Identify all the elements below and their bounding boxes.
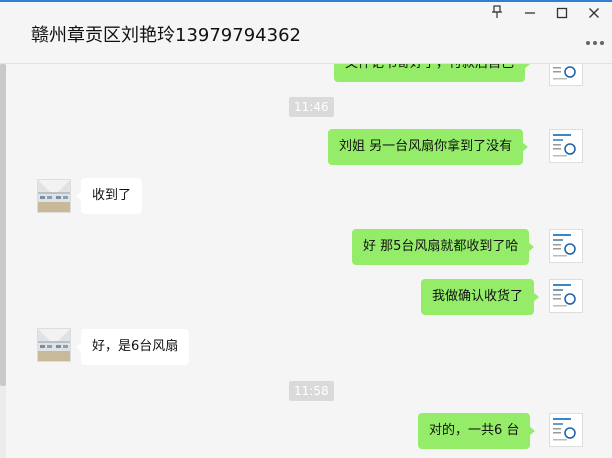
pin-icon[interactable] bbox=[486, 5, 508, 25]
timestamp: 11:46 bbox=[289, 97, 334, 117]
timestamp: 11:58 bbox=[289, 381, 334, 401]
contact-avatar[interactable] bbox=[37, 179, 71, 213]
title-bar: 赣州章贡区刘艳玲13979794362 bbox=[0, 2, 612, 64]
more-icon[interactable] bbox=[584, 35, 606, 51]
chat-title: 赣州章贡区刘艳玲13979794362 bbox=[31, 25, 301, 46]
message-bubble-sent[interactable]: 对的，一共6 台 bbox=[418, 413, 536, 449]
message-bubble-sent[interactable]: 我做确认收货了 bbox=[421, 279, 540, 315]
my-avatar[interactable] bbox=[549, 413, 583, 447]
contact-avatar[interactable] bbox=[37, 328, 71, 362]
message-bubble-received[interactable]: 好，是6台风扇 bbox=[75, 329, 190, 365]
message-bubble-sent[interactable]: 好 那5台风扇就都收到了哈 bbox=[352, 229, 535, 265]
minimize-icon[interactable] bbox=[519, 5, 541, 25]
chat-window: 赣州章贡区刘艳玲13979794362 11:46 刘姐 另一台风扇你拿到了没有… bbox=[0, 0, 612, 458]
my-avatar[interactable] bbox=[549, 64, 583, 86]
message-bubble-received[interactable]: 收到了 bbox=[75, 178, 143, 214]
my-avatar[interactable] bbox=[549, 279, 583, 313]
message-bubble-sent[interactable]: 刘姐 另一台风扇你拿到了没有 bbox=[328, 129, 529, 165]
my-avatar[interactable] bbox=[549, 229, 583, 263]
maximize-icon[interactable] bbox=[551, 5, 573, 25]
message-bubble-sent[interactable]: 文件记书寄好了，付款后自己 bbox=[334, 64, 531, 82]
close-icon[interactable] bbox=[583, 5, 605, 25]
my-avatar[interactable] bbox=[549, 129, 583, 163]
message-list: 文件记书寄好了，付款后自己 11:46 刘姐 另一台风扇你拿到了没有 bbox=[0, 64, 612, 458]
